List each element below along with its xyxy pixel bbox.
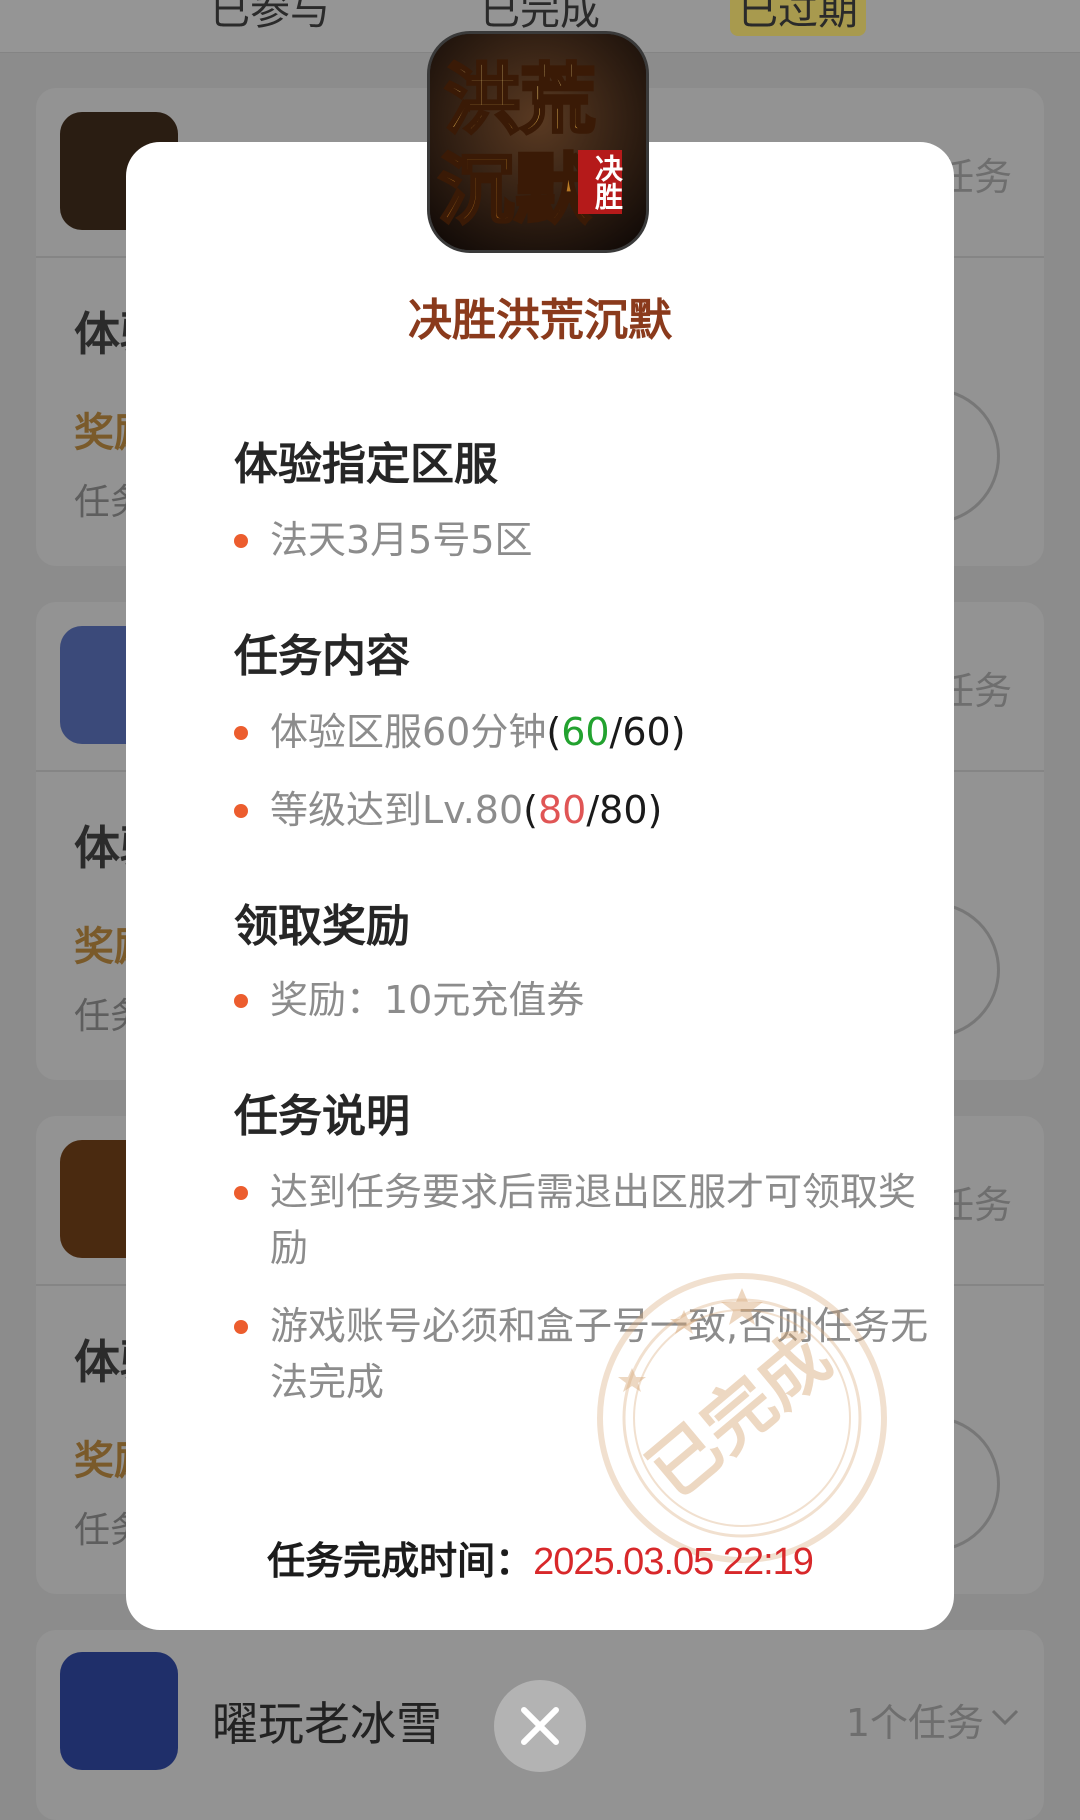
tab-completed[interactable]: 已完成 bbox=[480, 0, 600, 36]
task-detail-dialog: 决胜洪荒沉默 体验指定区服 法天3月5号5区 任务内容 体验区服60分钟(60/… bbox=[126, 142, 954, 1630]
section-heading-notes: 任务说明 bbox=[234, 1091, 410, 1142]
game-logo: 洪荒沉默 bbox=[430, 34, 646, 250]
close-button[interactable] bbox=[494, 1680, 586, 1772]
chevron-down-icon bbox=[991, 1709, 1019, 1726]
game-icon bbox=[60, 1652, 178, 1770]
logo-main-text: 洪荒沉默 bbox=[438, 55, 596, 234]
finish-time-row: 任务完成时间：2025.03.05 22:19 bbox=[126, 1530, 954, 1585]
section-heading-task-content: 任务内容 bbox=[234, 631, 410, 682]
note-item: 达到任务要求后需退出区服才可领取奖励 bbox=[234, 1164, 930, 1276]
finish-time-label: 任务完成时间： bbox=[267, 1539, 534, 1583]
tab-expired[interactable]: 已过期 bbox=[730, 0, 866, 36]
stamp-text: 已完成 bbox=[633, 1316, 847, 1514]
game-icon: 洪荒沉默 决胜 bbox=[430, 34, 646, 250]
logo-badge: 决胜 bbox=[578, 150, 624, 214]
section-heading-reward: 领取奖励 bbox=[234, 901, 410, 952]
game-name: 曜玩老冰雪 bbox=[212, 1697, 442, 1751]
task-item-level: 等级达到Lv.80(80/80) bbox=[234, 782, 930, 838]
tab-participated[interactable]: 已参与 bbox=[210, 0, 330, 36]
reward-item: 奖励：10元充值券 bbox=[234, 972, 930, 1028]
close-icon bbox=[521, 1707, 559, 1745]
section-heading-server: 体验指定区服 bbox=[234, 439, 498, 490]
task-item-play-time: 体验区服60分钟(60/60) bbox=[234, 704, 930, 760]
finish-time-value: 2025.03.05 22:19 bbox=[533, 1541, 814, 1583]
game-title: 决胜洪荒沉默 bbox=[408, 295, 672, 346]
task-count[interactable]: 1个任务 bbox=[846, 1692, 984, 1747]
completed-stamp: 已完成 bbox=[597, 1273, 887, 1563]
server-item: 法天3月5号5区 bbox=[234, 512, 930, 568]
